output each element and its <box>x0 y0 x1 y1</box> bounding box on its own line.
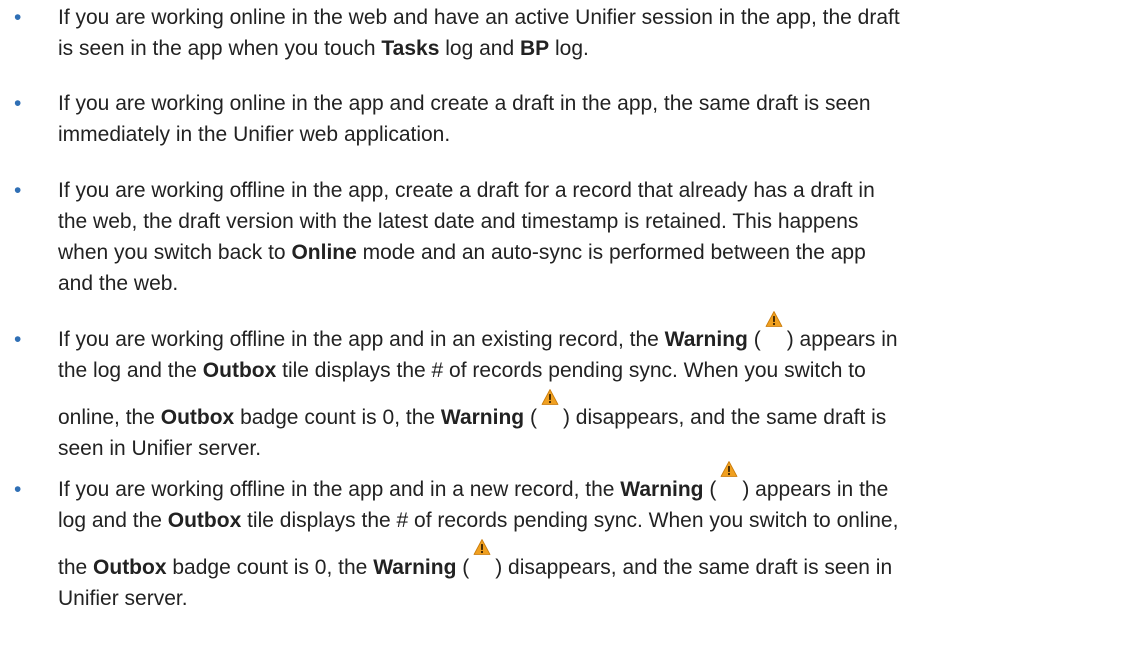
text-run: ( <box>747 328 761 351</box>
bold-term: BP <box>519 37 550 60</box>
text-line: If you are working offline in the app, c… <box>58 175 875 206</box>
text-run: Unifier server. <box>58 587 188 610</box>
bold-term: Outbox <box>93 556 167 579</box>
bullet-marker: • <box>14 478 22 501</box>
text-run: ( <box>703 478 717 501</box>
text-run: mode and an auto-sync is performed betwe… <box>356 241 866 264</box>
text-line: the log and the Outbox tile displays the… <box>58 355 866 386</box>
text-run: the log and the <box>58 359 203 382</box>
warning-icon <box>539 389 561 433</box>
bold-term: Online <box>291 241 357 264</box>
text-line: online, the Outbox badge count is 0, the… <box>58 389 887 433</box>
text-run: and the web. <box>58 272 179 295</box>
text-line: Unifier server. <box>58 583 188 614</box>
text-run: ( <box>456 556 470 579</box>
bullet-marker: • <box>14 6 22 29</box>
text-run: If you are working online in the app and… <box>58 92 871 115</box>
text-line: seen in Unifier server. <box>58 433 261 464</box>
warning-icon <box>471 539 493 583</box>
bold-term: Outbox <box>167 509 242 532</box>
text-run: online, the <box>58 406 161 429</box>
text-line: If you are working offline in the app an… <box>58 311 898 355</box>
warning-icon <box>718 461 740 505</box>
text-run: ) disappears, and the same draft is <box>562 406 887 429</box>
bold-term: Warning <box>620 478 704 501</box>
text-run: If you are working offline in the app an… <box>58 478 621 501</box>
bullet-marker: • <box>14 328 22 351</box>
text-run: If you are working offline in the app an… <box>58 328 665 351</box>
text-run: log and <box>439 37 520 60</box>
text-run: If you are working offline in the app, c… <box>58 179 875 202</box>
text-run: ) appears in the <box>742 478 889 501</box>
text-run: the <box>58 556 94 579</box>
text-line: If you are working online in the app and… <box>58 88 871 119</box>
text-run: tile displays the # of records pending s… <box>276 359 866 382</box>
text-run: when you switch back to <box>58 241 292 264</box>
text-line: the Outbox badge count is 0, the Warning… <box>58 539 893 583</box>
bold-term: Tasks <box>381 37 440 60</box>
text-run: badge count is 0, the <box>166 556 374 579</box>
bold-term: Outbox <box>160 406 235 429</box>
text-run: immediately in the Unifier web applicati… <box>58 123 451 146</box>
text-run: ( <box>524 406 537 429</box>
text-run: log. <box>549 37 589 60</box>
text-run: is seen in the app when you touch <box>58 37 382 60</box>
text-line: If you are working offline in the app an… <box>58 461 889 505</box>
bullet-marker: • <box>14 92 22 115</box>
warning-icon <box>763 311 785 355</box>
bold-term: Outbox <box>202 359 277 382</box>
text-run: If you are working online in the web and… <box>58 6 900 29</box>
text-line: the web, the draft version with the late… <box>58 206 858 237</box>
text-line: immediately in the Unifier web applicati… <box>58 119 450 150</box>
text-run: seen in Unifier server. <box>58 437 262 460</box>
bold-term: Warning <box>440 406 525 429</box>
text-line: If you are working online in the web and… <box>58 2 900 33</box>
text-run: ) appears in <box>786 328 898 351</box>
bold-term: Warning <box>373 556 457 579</box>
text-line: log and the Outbox tile displays the # o… <box>58 505 898 536</box>
document-page: • If you are working online in the web an… <box>0 0 1145 660</box>
text-run: ) disappears, and the same draft is seen… <box>495 556 893 579</box>
text-line: is seen in the app when you touch Tasks … <box>58 33 589 64</box>
text-run: badge count is 0, the <box>234 406 441 429</box>
text-run: log and the <box>58 509 168 532</box>
text-line: and the web. <box>58 268 178 299</box>
text-run: the web, the draft version with the late… <box>58 210 859 233</box>
text-run: tile displays the # of records pending s… <box>241 509 899 532</box>
text-line: when you switch back to Online mode and … <box>58 237 866 268</box>
bullet-marker: • <box>14 179 22 202</box>
bold-term: Warning <box>664 328 748 351</box>
